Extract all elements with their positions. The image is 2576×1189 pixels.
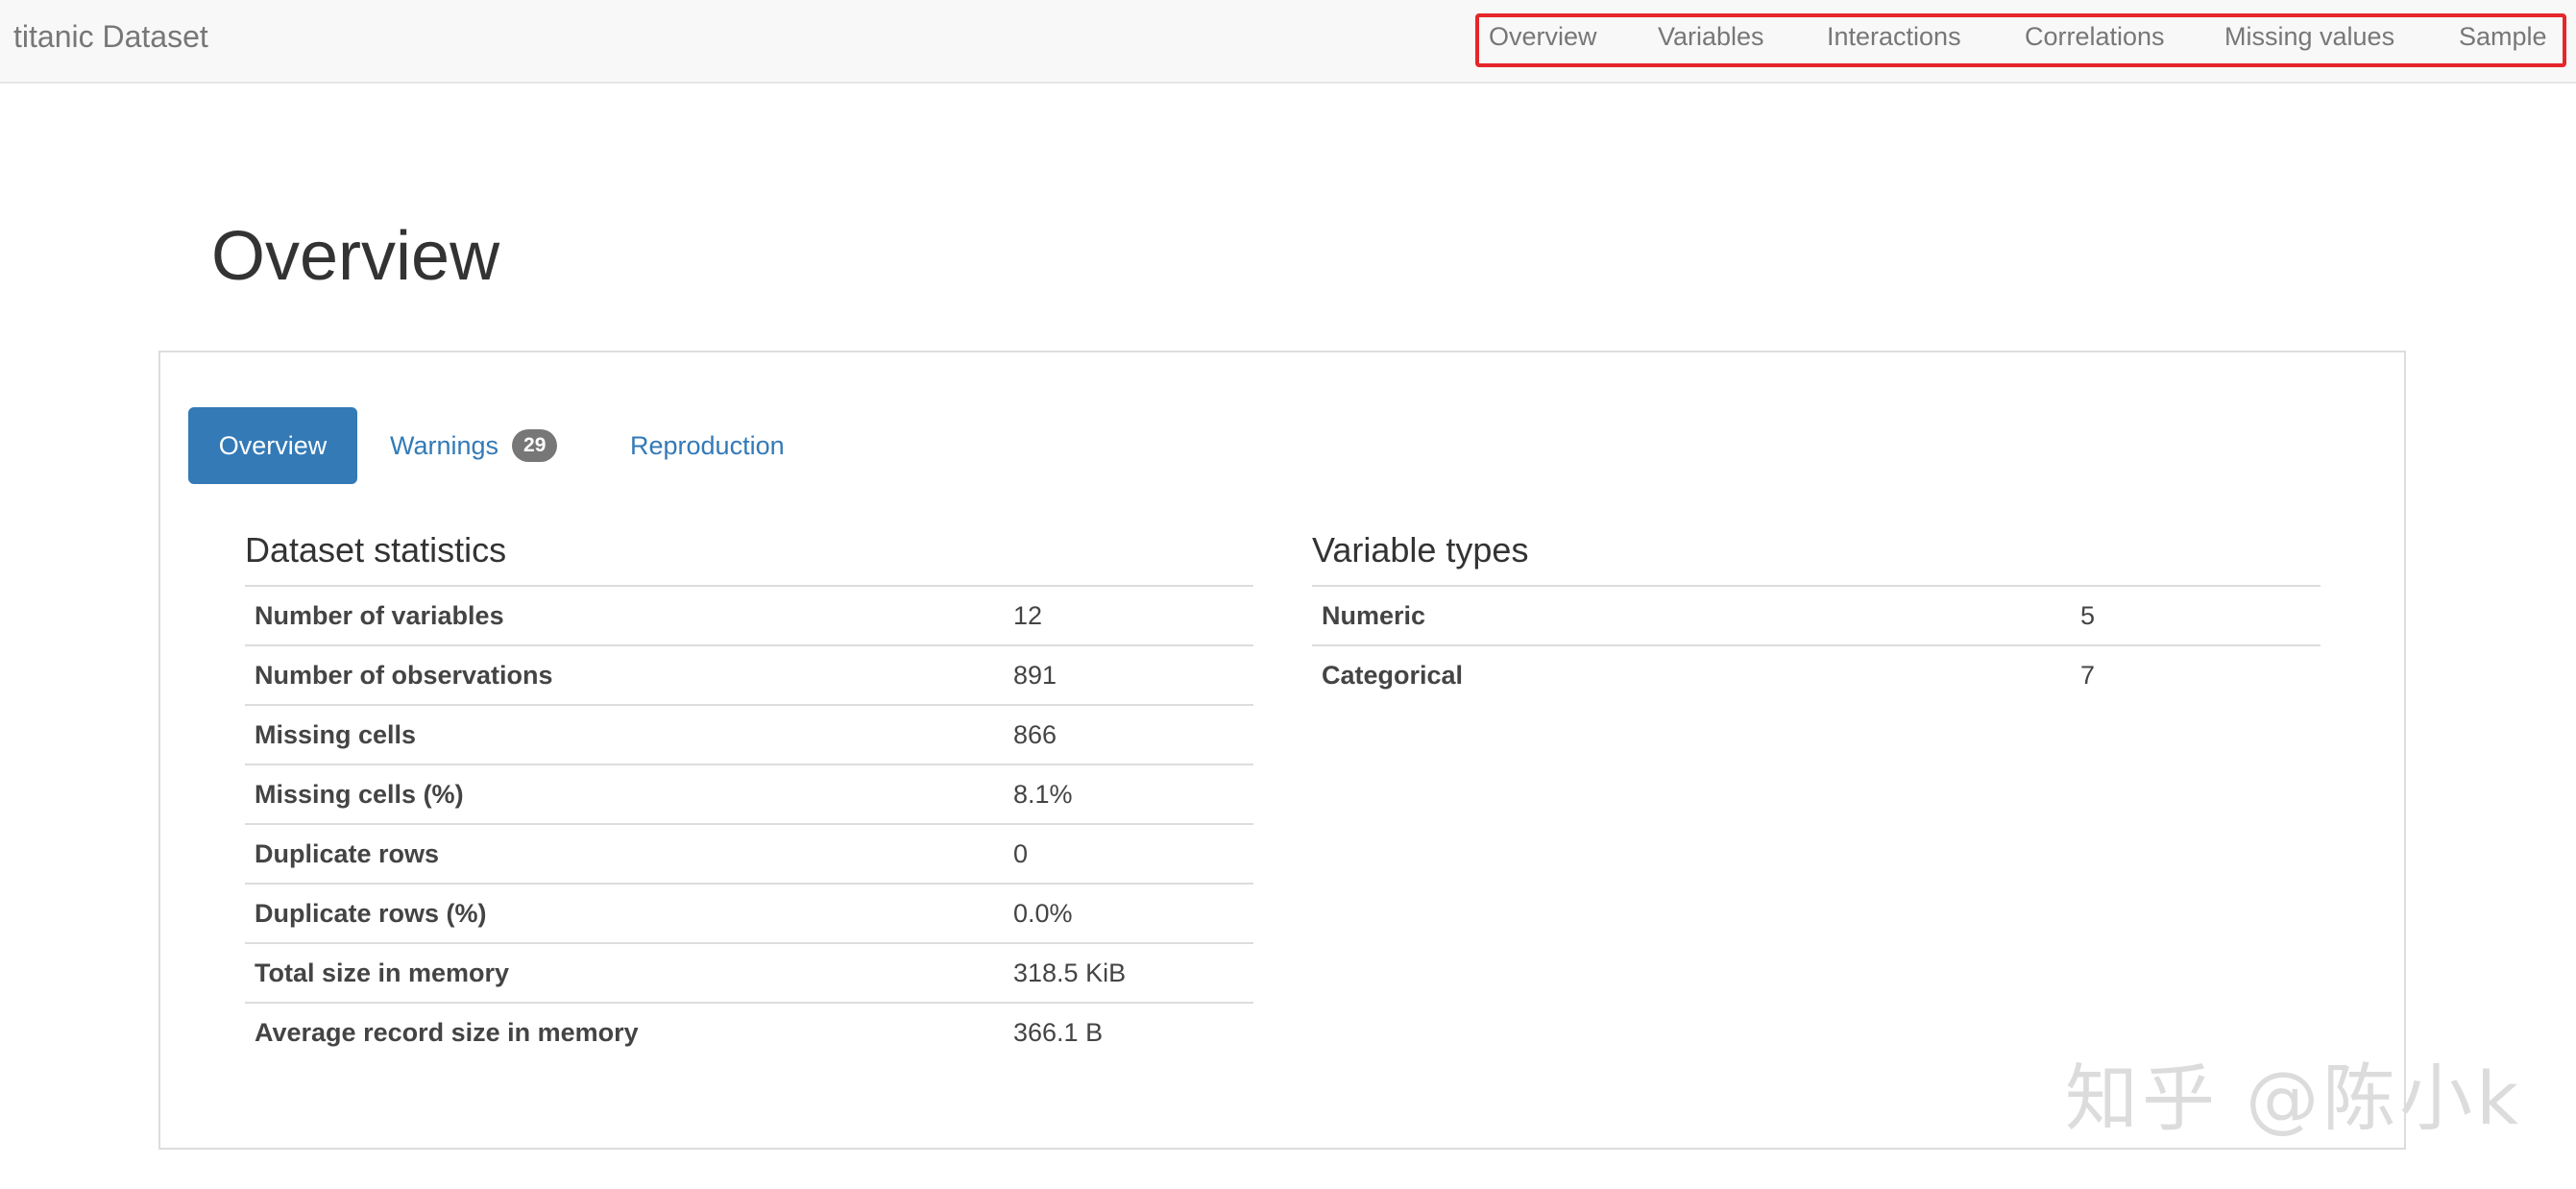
stat-label: Average record size in memory [245,1002,1004,1061]
top-navbar: titanic Dataset Overview Variables Inter… [0,0,2576,84]
stat-value: 891 [1004,644,1253,705]
stat-value: 866 [1004,704,1253,764]
dataset-statistics-table: Number of variables 12 Number of observa… [245,585,1253,1061]
warnings-count-badge: 29 [512,428,558,462]
type-label: Numeric [1312,585,2071,645]
page-root: titanic Dataset Overview Variables Inter… [0,0,2576,1189]
type-value: 5 [2071,585,2321,645]
overview-panel: Overview Warnings 29 Reproduction Dataset… [158,351,2406,1150]
stat-value: 8.1% [1004,764,1253,824]
dataset-statistics-title: Dataset statistics [245,530,507,570]
stat-label: Number of observations [245,644,1004,705]
stat-label: Missing cells (%) [245,764,1004,824]
tab-overview-label: Overview [218,431,328,460]
tab-warnings-label: Warnings [390,431,499,460]
stat-value: 12 [1004,585,1253,645]
table-row: Total size in memory 318.5 KiB [245,942,1253,1003]
stat-label: Duplicate rows [245,823,1004,884]
table-row: Missing cells 866 [245,704,1253,764]
variable-types-table: Numeric 5 Categorical 7 [1312,585,2321,704]
table-row: Categorical 7 [1312,644,2321,704]
table-row: Missing cells (%) 8.1% [245,764,1253,824]
navbar-brand[interactable]: titanic Dataset [13,0,208,73]
stat-label: Missing cells [245,704,1004,764]
stat-label: Duplicate rows (%) [245,883,1004,943]
type-value: 7 [2071,644,2321,704]
stat-value: 0 [1004,823,1253,884]
variable-types-title: Variable types [1312,530,1529,570]
watermark-text: 知乎 @陈小k [2065,1056,2523,1141]
table-row: Duplicate rows 0 [245,823,1253,884]
stat-value: 318.5 KiB [1004,942,1253,1003]
stat-label: Total size in memory [245,942,1004,1003]
tab-reproduction-label: Reproduction [630,431,785,460]
tab-reproduction[interactable]: Reproduction [630,407,785,484]
table-row: Average record size in memory 366.1 B [245,1002,1253,1061]
table-row: Number of observations 891 [245,644,1253,705]
stat-label: Number of variables [245,585,1004,645]
page-title: Overview [211,218,500,295]
nav-highlight-box [1475,13,2566,67]
tab-overview[interactable]: Overview [188,407,357,484]
table-row: Numeric 5 [1312,585,2321,645]
dataset-statistics-section: Dataset statistics Number of variables 1… [245,523,1253,1061]
type-label: Categorical [1312,644,2071,704]
stat-value: 366.1 B [1004,1002,1253,1061]
table-row: Number of variables 12 [245,585,1253,645]
tab-warnings[interactable]: Warnings 29 [390,407,558,484]
stat-value: 0.0% [1004,883,1253,943]
table-row: Duplicate rows (%) 0.0% [245,883,1253,943]
variable-types-section: Variable types Numeric 5 Categorical 7 [1312,523,2321,704]
